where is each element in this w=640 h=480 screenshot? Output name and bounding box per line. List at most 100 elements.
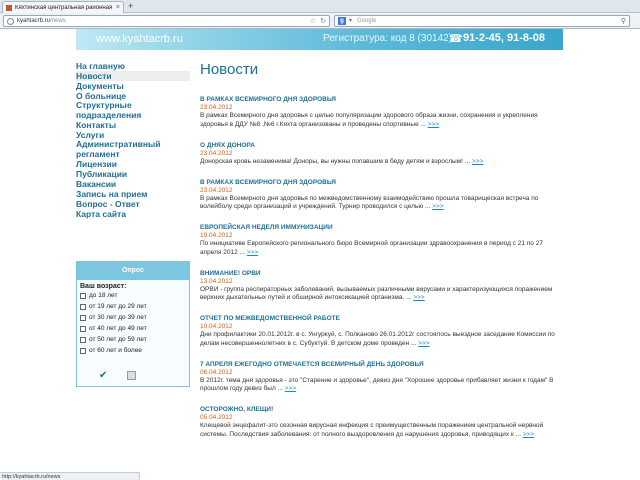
browser-tab[interactable]: Кяхтинская центральная районная больн...…: [2, 1, 124, 13]
nav-item-regulations[interactable]: Административный регламент: [76, 139, 190, 159]
poll-option[interactable]: от 60 лет и более: [80, 345, 189, 356]
google-icon[interactable]: g: [338, 17, 346, 25]
read-more-link[interactable]: >>>: [472, 158, 483, 165]
nav-item-qa[interactable]: Вопрос - Ответ: [76, 199, 190, 209]
option-checkbox[interactable]: [80, 325, 86, 332]
news-date: 10.04.2012: [200, 323, 233, 330]
nav-item-home[interactable]: На главную: [76, 61, 190, 71]
registry-label: Регистратура: код 8 (30142): [323, 33, 453, 44]
news-text: Дни профилактики 20.01.2012г. в с. Унгур…: [200, 331, 555, 347]
favicon-icon: [6, 4, 12, 11]
option-checkbox[interactable]: [80, 292, 86, 299]
news-item: В РАМКАХ ВСЕМИРНОГО ДНЯ ЗДОРОВЬЯ 23.04.2…: [200, 95, 564, 129]
news-excerpt: Донорская кровь незаменима! Доноры, вы н…: [200, 158, 564, 167]
news-item: ВНИМАНИЕ! ОРВИ 13.04.2012 ОРВИ - группа …: [200, 269, 564, 303]
close-tab-icon[interactable]: ×: [116, 4, 120, 11]
nav-item-news[interactable]: Новости: [76, 71, 190, 81]
news-title[interactable]: В РАМКАХ ВСЕМИРНОГО ДНЯ ЗДОРОВЬЯ: [200, 95, 564, 104]
new-tab-button[interactable]: +: [128, 1, 133, 11]
poll-option[interactable]: до 18 лет: [80, 290, 189, 301]
option-checkbox[interactable]: [80, 336, 86, 343]
news-excerpt: В рамках Всемирного дня здоровья по межв…: [200, 195, 564, 212]
news-text: В рамках Всемирного дня здоровья по межв…: [200, 194, 539, 211]
results-icon[interactable]: [127, 371, 136, 380]
nav-item-departments[interactable]: Структурные подразделения: [76, 100, 190, 120]
read-more-link[interactable]: >>>: [428, 121, 439, 128]
option-label: от 40 лет до 49 лет: [89, 325, 147, 332]
news-text: Клещевой энцефалит-это сезонная вирусная…: [200, 422, 544, 438]
nav-item-documents[interactable]: Документы: [76, 81, 190, 91]
news-text: В рамках Всемирного дня здоровья с целью…: [200, 112, 538, 128]
news-excerpt: Клещевой энцефалит-это сезонная вирусная…: [200, 422, 564, 439]
left-navigation: На главную Новости Документы О больнице …: [76, 61, 190, 219]
url-path: /news: [50, 18, 66, 24]
nav-item-vacancies[interactable]: Вакансии: [76, 179, 190, 189]
poll-widget: Опрос Ваш возраст: до 18 лет от 19 лет д…: [76, 261, 190, 387]
read-more-link[interactable]: >>>: [247, 249, 258, 256]
tab-bar: Кяхтинская центральная районная больн...…: [0, 0, 640, 13]
search-icon[interactable]: ⚲: [621, 17, 626, 25]
site-header: www.kyahtacrb.ru Регистратура: код 8 (30…: [76, 29, 563, 50]
address-bar[interactable]: kyahtacrb.ru/news ☆ ↻: [3, 15, 330, 27]
news-date: 23.04.2012: [200, 186, 233, 194]
globe-icon: [7, 17, 14, 25]
read-more-link[interactable]: >>>: [413, 294, 424, 301]
page-title: Новости: [200, 61, 259, 78]
nav-item-sitemap[interactable]: Карта сайта: [76, 209, 190, 219]
nav-item-publications[interactable]: Публикации: [76, 169, 190, 179]
news-item: О ДНЯХ ДОНОРА 23.04.2012 Донорская кровь…: [200, 141, 564, 167]
tab-title: Кяхтинская центральная районная больн...: [15, 4, 114, 11]
read-more-link[interactable]: >>>: [523, 431, 534, 438]
read-more-link[interactable]: >>>: [432, 203, 443, 210]
option-checkbox[interactable]: [80, 303, 86, 310]
site-name[interactable]: www.kyahtacrb.ru: [96, 33, 183, 45]
nav-item-licenses[interactable]: Лицензии: [76, 159, 190, 169]
news-title[interactable]: ОТЧЕТ ПО МЕЖВЕДОМСТВЕННОЙ РАБОТЕ: [200, 314, 564, 323]
news-excerpt: В рамках Всемирного дня здоровья с целью…: [200, 112, 564, 129]
news-title[interactable]: ЕВРОПЕЙСКАЯ НЕДЕЛЯ ИММУНИЗАЦИИ: [200, 223, 564, 232]
poll-option[interactable]: от 40 лет до 49 лет: [80, 323, 189, 334]
nav-item-contacts[interactable]: Контакты: [76, 120, 190, 130]
news-text: Донорская кровь незаменима! Доноры, вы н…: [200, 157, 471, 165]
news-item: ОСТОРОЖНО, КЛЕЩИ! 05.04.2012 Клещевой эн…: [200, 405, 564, 439]
read-more-link[interactable]: >>>: [418, 340, 429, 347]
read-more-link[interactable]: >>>: [285, 385, 296, 392]
option-label: от 60 лет и более: [89, 347, 142, 354]
option-checkbox[interactable]: [80, 347, 86, 354]
news-text: В 2012г. тема дня здоровья - это "Старен…: [200, 376, 554, 393]
navigation-toolbar: kyahtacrb.ru/news ☆ ↻ g ▼ Google ⚲: [0, 13, 640, 29]
news-date: 23.04.2012: [200, 149, 233, 157]
registry-phones: 91-2-45, 91-8-08: [463, 32, 545, 44]
news-item: ОТЧЕТ ПО МЕЖВЕДОМСТВЕННОЙ РАБОТЕ 10.04.2…: [200, 314, 564, 348]
nav-item-appointment[interactable]: Запись на прием: [76, 189, 190, 199]
news-date: 19.04.2012: [200, 232, 233, 239]
option-checkbox[interactable]: [80, 314, 86, 321]
poll-option[interactable]: от 19 лет до 29 лет: [80, 301, 189, 312]
url-host: kyahtacrb.ru: [17, 18, 51, 24]
bookmark-star-icon[interactable]: ☆: [310, 17, 316, 25]
news-excerpt: Дни профилактики 20.01.2012г. в с. Унгур…: [200, 331, 564, 348]
news-title[interactable]: 7 АПРЕЛЯ ЕЖЕГОДНО ОТМЕЧАЕТСЯ ВСЕМИРНЫЙ Д…: [200, 360, 564, 369]
news-text: ОРВИ - группа респираторных заболеваний,…: [200, 285, 553, 302]
news-item: 7 АПРЕЛЯ ЕЖЕГОДНО ОТМЕЧАЕТСЯ ВСЕМИРНЫЙ Д…: [200, 360, 564, 394]
search-input[interactable]: Google: [357, 18, 621, 24]
option-label: до 18 лет: [89, 292, 118, 299]
news-date: 06.04.2012: [200, 368, 233, 376]
option-label: от 50 лет до 59 лет: [89, 336, 147, 343]
poll-question: Ваш возраст:: [80, 283, 127, 290]
news-title[interactable]: ОСТОРОЖНО, КЛЕЩИ!: [200, 405, 564, 414]
news-excerpt: По инициативе Европейского регионального…: [200, 240, 564, 257]
reload-icon[interactable]: ↻: [320, 17, 326, 25]
phone-icon: ☎: [449, 33, 463, 45]
poll-header: Опрос: [77, 262, 189, 280]
search-bar[interactable]: g ▼ Google ⚲: [334, 15, 630, 27]
poll-option[interactable]: от 50 лет до 59 лет: [80, 334, 189, 345]
poll-option[interactable]: от 30 лет до 39 лет: [80, 312, 189, 323]
news-title[interactable]: В РАМКАХ ВСЕМИРНОГО ДНЯ ЗДОРОВЬЯ: [200, 178, 564, 187]
news-excerpt: В 2012г. тема дня здоровья - это "Старен…: [200, 377, 564, 394]
vote-checkmark-icon[interactable]: ✔: [99, 370, 107, 381]
engine-dropdown-icon[interactable]: ▼: [348, 18, 353, 24]
news-title[interactable]: ВНИМАНИЕ! ОРВИ: [200, 269, 564, 278]
news-title[interactable]: О ДНЯХ ДОНОРА: [200, 141, 564, 150]
news-date: 23.04.2012: [200, 104, 233, 111]
